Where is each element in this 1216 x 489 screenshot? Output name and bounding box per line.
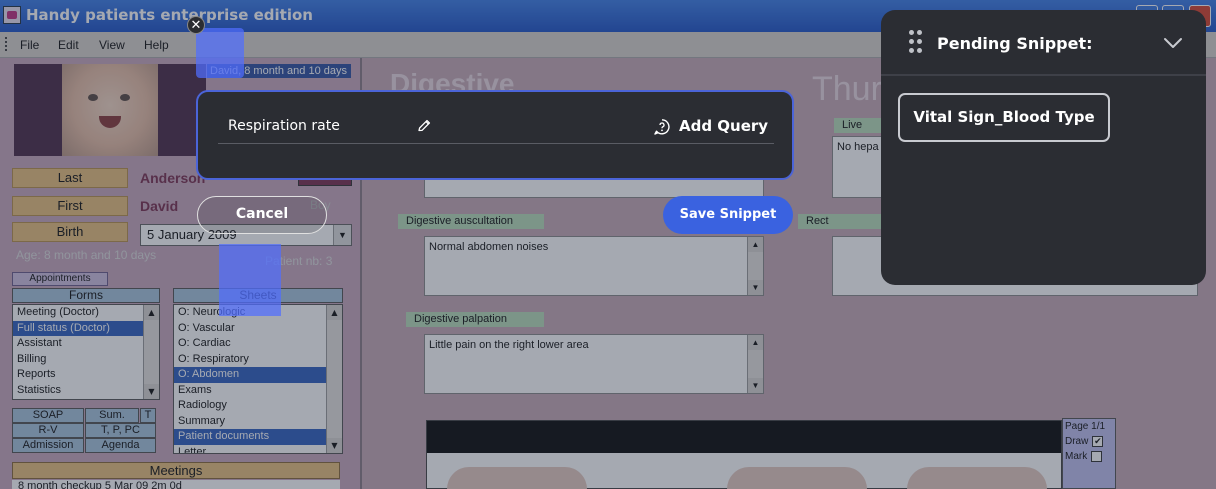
close-capture-icon[interactable]: ✕ bbox=[187, 16, 205, 34]
snippet-chip[interactable]: Vital Sign_Blood Type bbox=[898, 93, 1110, 142]
pending-title: Pending Snippet: bbox=[937, 34, 1093, 53]
query-icon[interactable] bbox=[653, 118, 671, 136]
add-query-button[interactable]: Add Query bbox=[679, 117, 768, 135]
drag-handle-icon[interactable] bbox=[909, 30, 923, 54]
panel-divider bbox=[881, 74, 1206, 76]
snippet-field-name[interactable]: Respiration rate bbox=[228, 118, 340, 134]
capture-selection-top[interactable] bbox=[196, 28, 244, 78]
pending-snippet-panel: Pending Snippet: Vital Sign_Blood Type bbox=[881, 10, 1206, 285]
cancel-button[interactable]: Cancel bbox=[197, 196, 327, 234]
capture-selection-bottom[interactable] bbox=[219, 244, 281, 316]
pencil-icon[interactable] bbox=[416, 118, 432, 134]
chevron-down-icon[interactable] bbox=[1163, 36, 1183, 50]
dialog-divider bbox=[218, 143, 774, 144]
save-snippet-button[interactable]: Save Snippet bbox=[663, 196, 793, 234]
snippet-editor: Respiration rate Add Query bbox=[196, 90, 794, 180]
